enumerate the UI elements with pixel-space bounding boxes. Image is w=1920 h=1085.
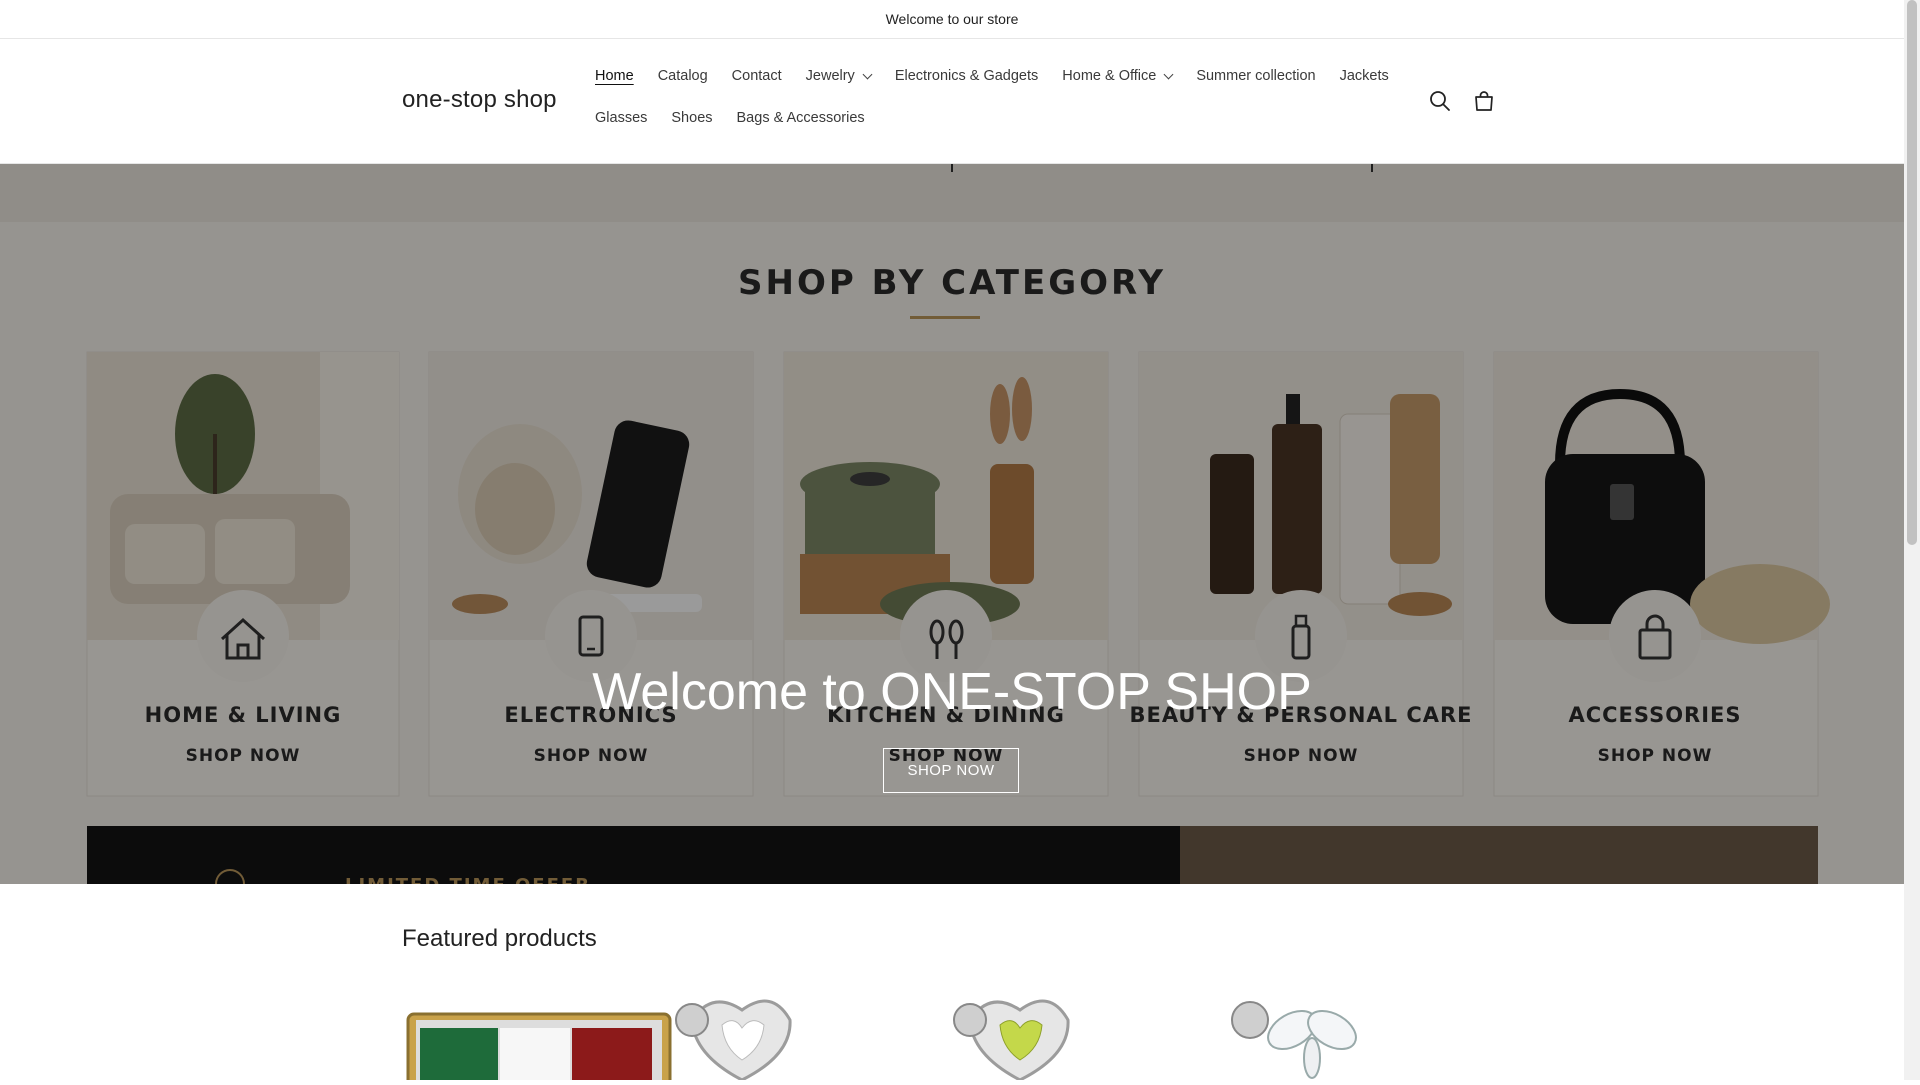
page-scrollbar[interactable] (1904, 0, 1920, 1080)
announcement-bar: Welcome to our store (0, 0, 1904, 39)
store-logo[interactable]: one-stop shop (402, 86, 557, 114)
nav-item-catalog[interactable]: Catalog (646, 68, 720, 84)
nav-item-home-office[interactable]: Home & Office (1050, 68, 1184, 84)
nav-item-contact[interactable]: Contact (720, 68, 794, 84)
cart-icon[interactable] (1472, 89, 1496, 113)
nav-row-1: Home Catalog Contact Jewelry Electronics… (583, 68, 1401, 84)
nav-item-electronics-gadgets[interactable]: Electronics & Gadgets (883, 68, 1050, 84)
nav-row-2: Glasses Shoes Bags & Accessories (583, 110, 877, 126)
nav-item-shoes[interactable]: Shoes (659, 110, 724, 126)
featured-products-grid (402, 980, 1512, 1085)
nav-item-glasses[interactable]: Glasses (583, 110, 659, 126)
hero-shop-now-button[interactable]: SHOP NOW (883, 748, 1019, 793)
nav-item-jewelry[interactable]: Jewelry (794, 68, 883, 84)
search-icon[interactable] (1428, 89, 1452, 113)
nav-item-summer-collection[interactable]: Summer collection (1184, 68, 1327, 84)
product-card[interactable] (953, 999, 1070, 1082)
nav-item-bags-accessories[interactable]: Bags & Accessories (725, 110, 877, 126)
hero-title: Welcome to ONE-STOP SHOP (592, 663, 1312, 721)
nav-item-jackets[interactable]: Jackets (1328, 68, 1401, 84)
announcement-text: Welcome to our store (885, 11, 1019, 27)
featured-products-heading: Featured products (402, 925, 597, 952)
product-card[interactable] (1231, 1001, 1363, 1079)
scrollbar-thumb[interactable] (1907, 0, 1917, 545)
nav-item-home[interactable]: Home (583, 68, 646, 84)
chevron-down-icon (1163, 69, 1174, 79)
hero-banner: SHOP BY CATEGORY HOME & LIVING SHOP NOW (0, 164, 1904, 884)
site-header: one-stop shop Home Catalog Contact Jewel… (0, 39, 1904, 164)
chevron-down-icon (862, 69, 873, 79)
product-card[interactable] (406, 999, 792, 1085)
